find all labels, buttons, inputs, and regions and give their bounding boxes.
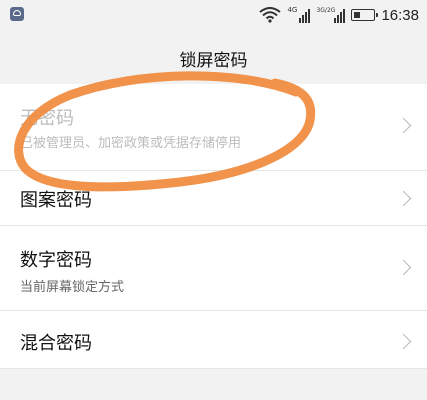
title-bar: 锁屏密码 — [0, 32, 427, 84]
network-type-label: 3G/2G — [316, 7, 336, 14]
list-item-label: 无密码 — [20, 108, 74, 129]
chevron-right-icon — [395, 117, 412, 134]
clock: 16:38 — [381, 6, 419, 24]
screen: 4G 3G/2G 16:38 锁屏密码 无密码 已被管理员、加密政策或凭据存储停… — [0, 0, 427, 400]
wifi-icon — [259, 7, 282, 23]
list-item-mixed-password[interactable]: 混合密码 — [0, 311, 427, 369]
app-notification-icon — [10, 7, 24, 21]
list-item-label: 图案密码 — [20, 190, 92, 211]
chevron-right-icon — [395, 190, 412, 207]
list-item-pattern-password[interactable]: 图案密码 — [0, 171, 427, 226]
lock-method-list: 无密码 已被管理员、加密政策或凭据存储停用 图案密码 数字密码 当前屏幕锁定方式… — [0, 84, 427, 369]
list-item-pin-password[interactable]: 数字密码 当前屏幕锁定方式 — [0, 226, 427, 311]
status-icons: 4G 3G/2G 16:38 — [259, 4, 419, 26]
bottom-spacer — [0, 369, 427, 400]
cellular-signal-icon: 3G/2G — [316, 7, 346, 23]
list-item-label: 数字密码 — [20, 250, 92, 271]
page-title: 锁屏密码 — [179, 50, 248, 71]
battery-icon — [351, 9, 379, 21]
chevron-right-icon — [395, 333, 412, 350]
status-bar: 4G 3G/2G 16:38 — [0, 0, 427, 32]
list-item-label: 混合密码 — [20, 333, 92, 354]
list-item-no-password: 无密码 已被管理员、加密政策或凭据存储停用 — [0, 84, 427, 171]
network-type-label: 4G — [287, 6, 298, 14]
cellular-signal-icon: 4G — [287, 7, 311, 23]
list-item-subtitle: 已被管理员、加密政策或凭据存储停用 — [20, 136, 242, 151]
list-item-subtitle: 当前屏幕锁定方式 — [20, 280, 125, 295]
chevron-right-icon — [395, 259, 412, 276]
